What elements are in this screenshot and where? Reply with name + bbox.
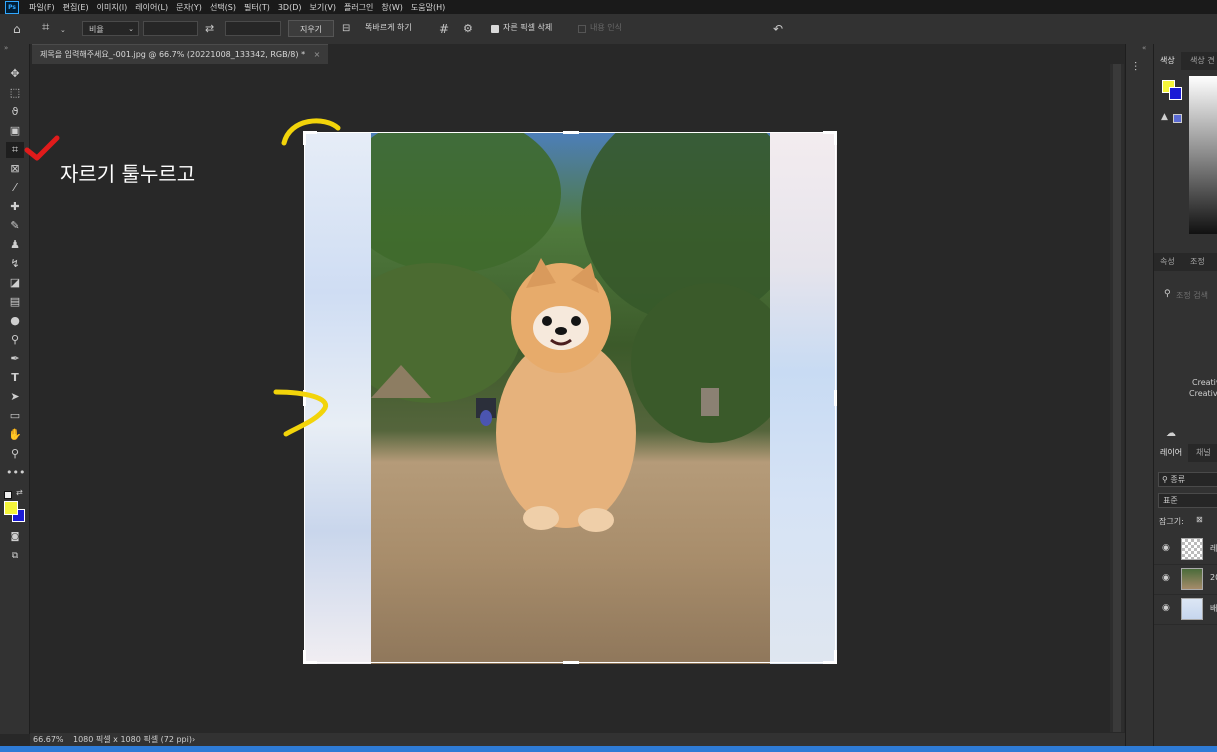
search-icon: ⚲ [1162,475,1168,484]
visibility-eye-icon[interactable]: ◉ [1162,603,1170,613]
layer-thumbnail [1181,538,1203,560]
tab-color[interactable]: 색상 [1154,52,1181,70]
lock-pixels-icon[interactable]: ⊠ [1196,515,1203,524]
taskbar-strip [0,746,1217,752]
blend-mode-select[interactable]: 표준 [1158,493,1217,508]
adjustments-search-placeholder: 조정 검색 [1176,291,1208,300]
layer-thumbnail [1181,568,1203,590]
adjustments-search[interactable]: ⚲ 조정 검색 [1154,271,1217,311]
layers-panel-tabs: 레이어 채널 [1154,444,1217,462]
color-panel-tabs: 색상 색상 견 [1154,52,1217,70]
visibility-eye-icon[interactable]: ◉ [1162,543,1170,553]
red-checkmark [24,135,60,161]
properties-panel-tabs: 속성 조정 [1154,253,1217,271]
annotation-marks [24,118,341,437]
collapse-icon[interactable]: « [1142,44,1146,52]
annotation-text: 자르기 툴누르고 [60,162,196,186]
layer-row[interactable]: ◉ 20 [1154,564,1217,595]
yellow-corner-mark-top [281,118,341,146]
layer-kind-value: 종류 [1170,475,1186,484]
layer-kind-filter[interactable]: ⚲ 종류 [1158,472,1217,487]
zoom-level[interactable]: 66.67% [33,733,64,746]
panel-background-swatch[interactable] [1169,87,1182,100]
history-panel-icon[interactable]: ⫶ [1134,60,1137,75]
warning-icon: ▲ [1161,112,1168,122]
layer-row[interactable]: ◉ 레 [1154,534,1217,565]
status-bar: 66.67% 1080 픽셀 x 1080 픽셀 (72 ppi) › [30,733,1125,746]
color-picker-field[interactable] [1189,76,1217,234]
layer-row[interactable]: ◉ 배 [1154,594,1217,625]
document-info: 1080 픽셀 x 1080 픽셀 (72 ppi) [73,735,192,744]
tab-adjustments[interactable]: 조정 [1184,253,1211,271]
layer-name: 레 [1210,544,1217,553]
layer-name: 20 [1210,573,1217,582]
lock-label: 잠그기: [1159,517,1184,526]
yellow-edge-mark-left [273,389,329,437]
cc-text-line2: Creative [1189,389,1217,398]
cc-text-line1: Creativ [1192,378,1217,387]
tab-swatches[interactable]: 색상 견 [1184,52,1217,70]
panels-column: 색상 색상 견 ▲ 속성 조정 ⚲ 조정 검색 Creativ Creative… [1153,44,1217,746]
layer-thumbnail [1181,598,1203,620]
tab-layers[interactable]: 레이어 [1154,444,1189,462]
panel-dock-strip: « ⫶ [1125,44,1154,746]
tab-channels[interactable]: 채널 [1190,444,1217,462]
status-arrow-icon[interactable]: › [192,733,195,746]
visibility-eye-icon[interactable]: ◉ [1162,573,1170,583]
layer-name: 배 [1210,604,1217,613]
search-icon: ⚲ [1164,289,1171,299]
cloud-icon[interactable]: ☁ [1166,428,1176,439]
tab-properties[interactable]: 속성 [1154,253,1181,271]
web-safe-swatch[interactable] [1173,114,1182,123]
